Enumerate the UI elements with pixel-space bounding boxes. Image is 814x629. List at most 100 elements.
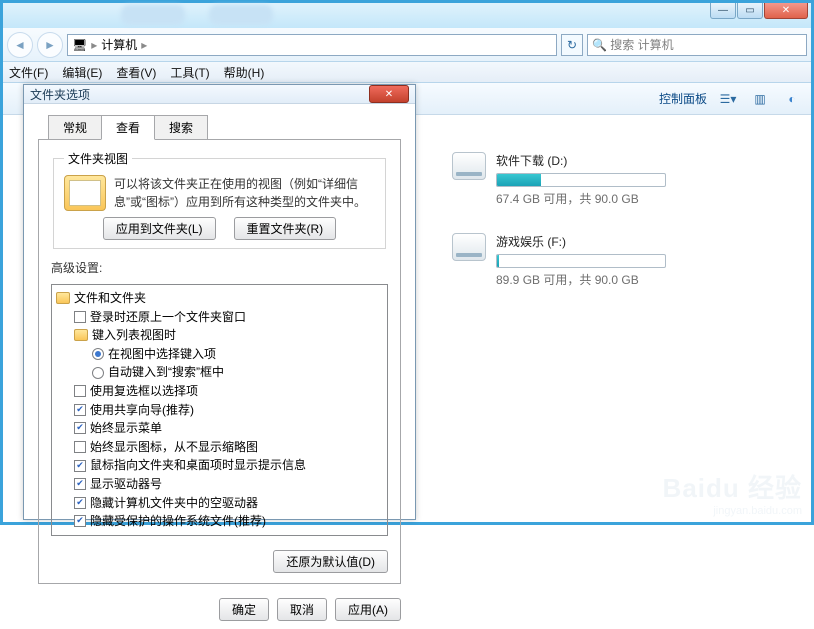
folder-icon: [56, 292, 70, 304]
tree-root-label: 文件和文件夹: [74, 289, 146, 308]
tab-general[interactable]: 常规: [48, 115, 102, 140]
tree-item-label: 使用复选框以选择项: [90, 382, 198, 401]
tree-item[interactable]: 隐藏受保护的操作系统文件(推荐): [74, 512, 383, 531]
tree-item-label: 鼠标指向文件夹和桌面项时显示提示信息: [90, 456, 306, 475]
folder-icon: [74, 329, 88, 341]
checkbox-icon[interactable]: [74, 385, 86, 397]
chevron-right-icon: ▸: [141, 38, 147, 52]
restore-defaults-button[interactable]: 还原为默认值(D): [273, 550, 388, 573]
refresh-button[interactable]: ↻: [561, 34, 583, 56]
tree-item[interactable]: 自动键入到“搜索”框中: [92, 363, 383, 382]
tabstrip: 常规 查看 搜索: [48, 114, 401, 139]
drive-space: 89.9 GB 可用，共 90.0 GB: [496, 271, 792, 288]
breadcrumb[interactable]: 计算机: [101, 36, 137, 53]
tab-view-page: 文件夹视图 可以将该文件夹正在使用的视图（例如“详细信息”或“图标”）应用到所有…: [38, 139, 401, 584]
tree-item-label: 登录时还原上一个文件夹窗口: [90, 308, 246, 327]
drive-item[interactable]: 软件下载 (D:) 67.4 GB 可用，共 90.0 GB: [452, 152, 792, 207]
tree-item-label: 使用共享向导(推荐): [90, 401, 194, 420]
drive-item[interactable]: 游戏娱乐 (F:) 89.9 GB 可用，共 90.0 GB: [452, 233, 792, 288]
checkbox-icon[interactable]: [74, 404, 86, 416]
advanced-settings-tree[interactable]: 文件和文件夹登录时还原上一个文件夹窗口键入列表视图时在视图中选择键入项自动键入到…: [51, 284, 388, 536]
view-options-icon[interactable]: ☰▾: [717, 88, 739, 110]
tab-search[interactable]: 搜索: [154, 115, 208, 140]
control-panel-link[interactable]: 控制面板: [659, 90, 707, 107]
tree-item-label: 隐藏受保护的操作系统文件(推荐): [90, 512, 266, 531]
drive-list: 软件下载 (D:) 67.4 GB 可用，共 90.0 GB 游戏娱乐 (F:)…: [436, 118, 808, 519]
back-button[interactable]: ◄: [7, 32, 33, 58]
tree-item-label: 始终显示图标，从不显示缩略图: [90, 438, 258, 457]
watermark-logo: Baidu 经验: [663, 468, 802, 505]
checkbox-icon[interactable]: [74, 515, 86, 527]
tree-item[interactable]: 使用共享向导(推荐): [74, 401, 383, 420]
folder-icon: [64, 175, 106, 211]
drive-usage-bar: [496, 254, 666, 268]
apply-button[interactable]: 应用(A): [335, 598, 401, 621]
menu-help[interactable]: 帮助(H): [224, 64, 265, 81]
chevron-right-icon: ▸: [91, 38, 97, 52]
ok-button[interactable]: 确定: [219, 598, 269, 621]
tree-item-label: 隐藏计算机文件夹中的空驱动器: [90, 494, 258, 513]
search-placeholder: 搜索 计算机: [610, 36, 673, 53]
tab-view[interactable]: 查看: [101, 115, 155, 140]
navbar: ◄ ► 🖥 ▸ 计算机 ▸ ↻ 🔍 搜索 计算机: [3, 28, 811, 62]
checkbox-icon[interactable]: [74, 311, 86, 323]
search-input[interactable]: 🔍 搜索 计算机: [587, 34, 807, 56]
apply-to-folders-button[interactable]: 应用到文件夹(L): [103, 217, 216, 240]
watermark-url: jingyan.baidu.com: [663, 505, 802, 517]
tree-item[interactable]: 鼠标指向文件夹和桌面项时显示提示信息: [74, 456, 383, 475]
menu-tools[interactable]: 工具(T): [170, 64, 209, 81]
tree-item[interactable]: 在视图中选择键入项: [92, 345, 383, 364]
computer-icon: 🖥: [72, 38, 87, 52]
folder-options-dialog: 文件夹选项 ✕ 常规 查看 搜索 文件夹视图 可以将该文件夹正在使用的视图（例如…: [23, 84, 416, 520]
checkbox-icon[interactable]: [74, 460, 86, 472]
dialog-close-button[interactable]: ✕: [369, 85, 409, 103]
checkbox-icon[interactable]: [74, 478, 86, 490]
drive-usage-bar: [496, 173, 666, 187]
tree-item[interactable]: 登录时还原上一个文件夹窗口: [74, 308, 383, 327]
menu-edit[interactable]: 编辑(E): [62, 64, 102, 81]
blur-deco: [209, 5, 273, 25]
address-bar[interactable]: 🖥 ▸ 计算机 ▸: [67, 34, 557, 56]
tree-item[interactable]: 使用复选框以选择项: [74, 382, 383, 401]
radio-icon[interactable]: [92, 367, 104, 379]
drive-name: 软件下载 (D:): [496, 152, 792, 169]
dialog-titlebar: 文件夹选项 ✕: [24, 85, 415, 104]
tree-item[interactable]: 始终显示菜单: [74, 419, 383, 438]
dialog-title: 文件夹选项: [30, 86, 90, 103]
forward-button[interactable]: ►: [37, 32, 63, 58]
tree-item[interactable]: 显示驱动器号: [74, 475, 383, 494]
tree-item-label: 始终显示菜单: [90, 419, 162, 438]
dialog-buttons: 确定 取消 应用(A): [24, 590, 415, 629]
tree-item[interactable]: 隐藏计算机文件夹中的空驱动器: [74, 494, 383, 513]
preview-pane-icon[interactable]: ▥: [749, 88, 771, 110]
drive-icon: [452, 233, 486, 261]
radio-icon[interactable]: [92, 348, 104, 360]
drive-icon: [452, 152, 486, 180]
group-legend: 文件夹视图: [64, 150, 132, 167]
advanced-settings-label: 高级设置:: [51, 259, 388, 276]
folder-views-group: 文件夹视图 可以将该文件夹正在使用的视图（例如“详细信息”或“图标”）应用到所有…: [53, 150, 386, 249]
menu-view[interactable]: 查看(V): [116, 64, 156, 81]
watermark: Baidu 经验 jingyan.baidu.com: [663, 468, 802, 517]
menu-file[interactable]: 文件(F): [9, 64, 48, 81]
drive-space: 67.4 GB 可用，共 90.0 GB: [496, 190, 792, 207]
tree-item-label: 自动键入到“搜索”框中: [108, 363, 224, 382]
help-icon[interactable]: ◐: [781, 88, 803, 110]
drive-name: 游戏娱乐 (F:): [496, 233, 792, 250]
tree-item-label: 在视图中选择键入项: [108, 345, 216, 364]
tree-item[interactable]: 始终显示图标，从不显示缩略图: [74, 438, 383, 457]
menu-bar: 文件(F) 编辑(E) 查看(V) 工具(T) 帮助(H): [3, 62, 811, 83]
minimize-button[interactable]: —: [710, 3, 736, 19]
tree-item-label: 键入列表视图时: [92, 326, 176, 345]
tree-item-label: 显示驱动器号: [90, 475, 162, 494]
reset-folders-button[interactable]: 重置文件夹(R): [234, 217, 337, 240]
checkbox-icon[interactable]: [74, 422, 86, 434]
tree-item[interactable]: 键入列表视图时: [74, 326, 383, 345]
maximize-button[interactable]: ▭: [737, 3, 763, 19]
cancel-button[interactable]: 取消: [277, 598, 327, 621]
checkbox-icon[interactable]: [74, 441, 86, 453]
view-description: 可以将该文件夹正在使用的视图（例如“详细信息”或“图标”）应用到所有这种类型的文…: [114, 175, 375, 211]
close-button[interactable]: ✕: [764, 3, 808, 19]
blur-deco: [121, 5, 185, 25]
checkbox-icon[interactable]: [74, 497, 86, 509]
